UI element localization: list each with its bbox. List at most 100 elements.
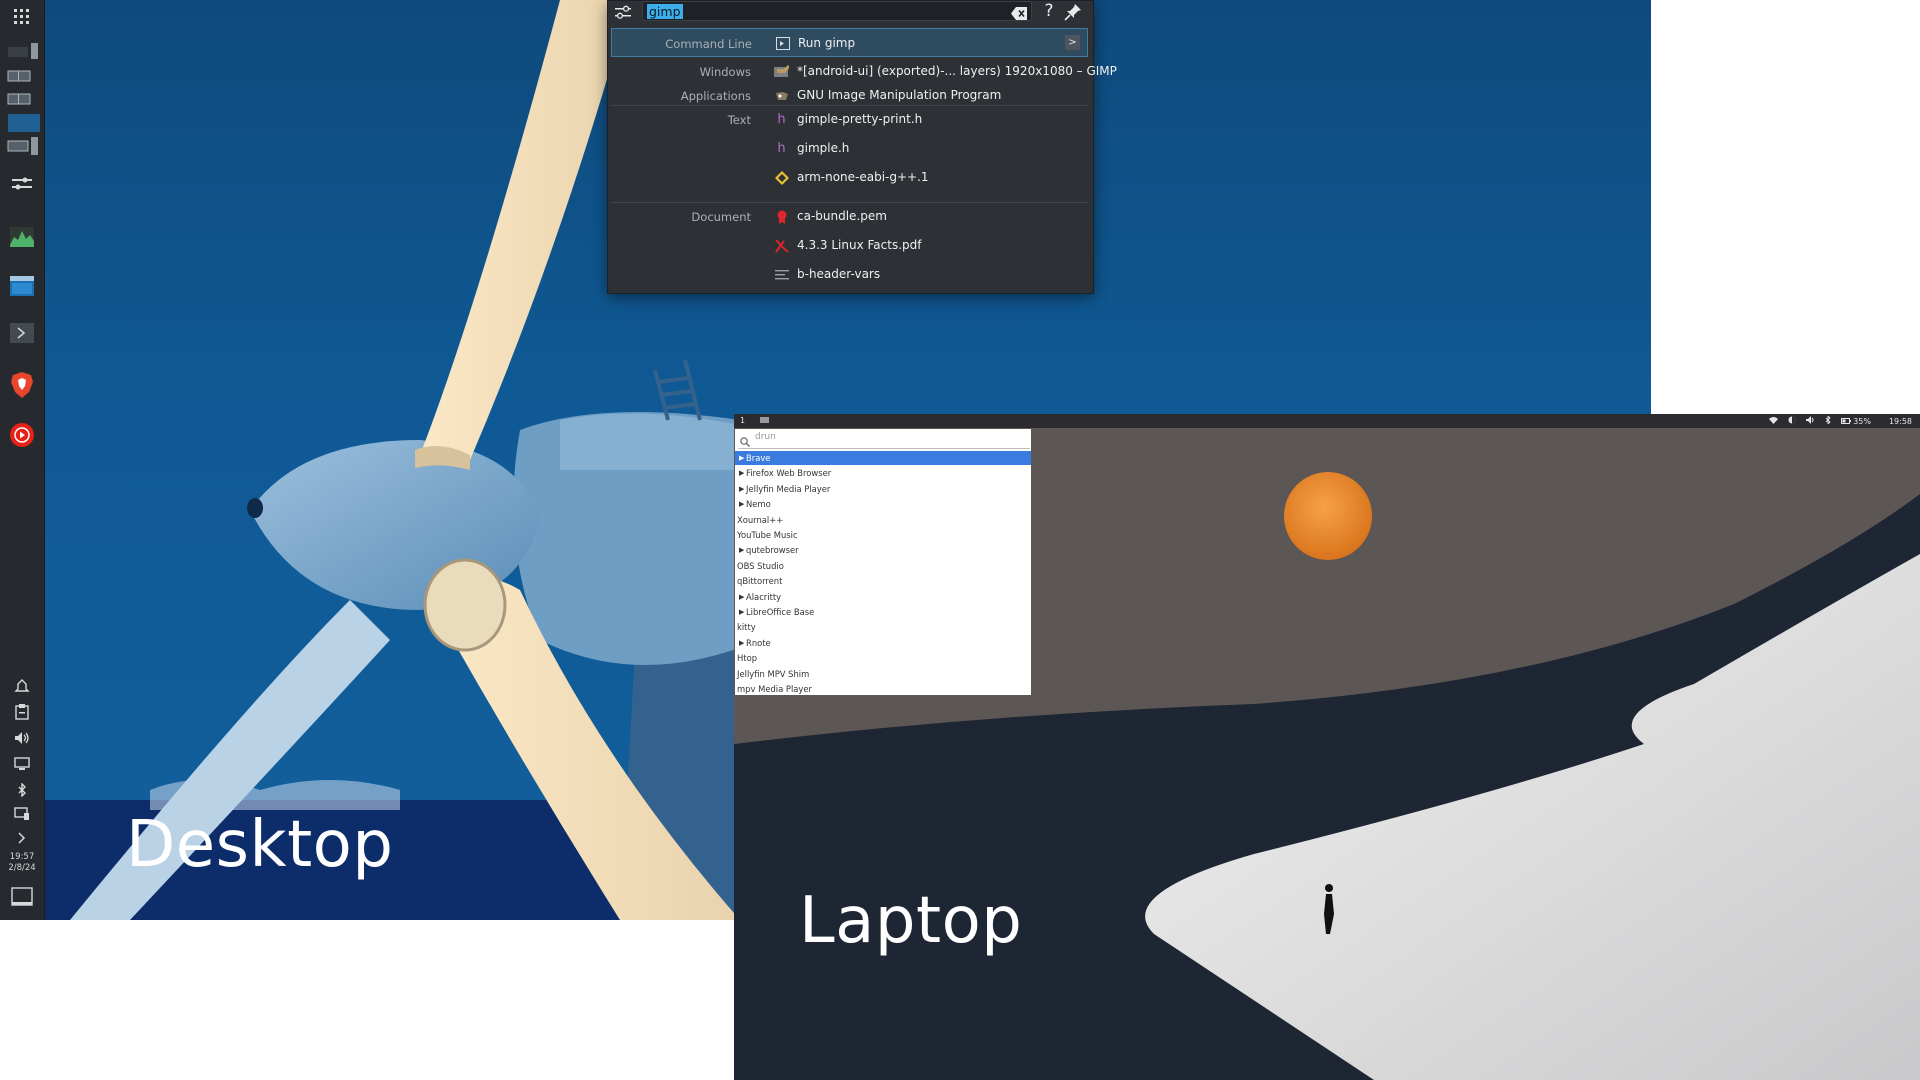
list-item[interactable]: mpv Media Player	[735, 682, 1031, 696]
expand-icon[interactable]	[0, 830, 44, 846]
battery-indicator[interactable]: 35%	[1841, 417, 1871, 426]
result-category: Command Line	[665, 37, 752, 51]
show-desktop-icon[interactable]	[0, 886, 44, 908]
gimp-icon	[774, 88, 789, 103]
pdf-icon	[774, 238, 789, 253]
brightness-icon[interactable]	[1788, 416, 1796, 426]
app-grid-icon[interactable]	[0, 6, 44, 28]
laptop-caption: Laptop	[799, 884, 1023, 958]
krunner-search-input[interactable]: gimp	[642, 1, 1032, 21]
krunner-window: gimp ? Command Line Run gimp > Windows *…	[607, 0, 1117, 294]
display-icon[interactable]	[0, 756, 44, 772]
clock-time: 19:57	[9, 852, 35, 862]
divider	[738, 448, 1030, 449]
list-item[interactable]: ▶ Firefox Web Browser	[735, 466, 1031, 480]
app-label: Nemo	[746, 499, 771, 510]
list-item[interactable]: Xournal++	[735, 513, 1031, 527]
app-label: qutebrowser	[746, 545, 799, 556]
battery-percent: 35%	[1853, 416, 1871, 426]
expand-arrow-icon[interactable]: ▶	[739, 482, 744, 496]
list-item[interactable]: ▶ Nemo	[735, 497, 1031, 511]
clock-date: 2/8/24	[8, 863, 36, 873]
layout-icon[interactable]	[0, 136, 44, 156]
krunner-result-document[interactable]: b-header-vars	[611, 260, 1088, 289]
expand-arrow-icon[interactable]: ▶	[739, 451, 744, 465]
krunner-result-document[interactable]: 4.3.3 Linux Facts.pdf	[611, 231, 1088, 260]
bluetooth-icon[interactable]	[1825, 414, 1831, 426]
search-placeholder: drun	[755, 432, 776, 442]
h-file-icon: h	[777, 112, 786, 127]
list-item[interactable]: ▶ Jellyfin Media Player	[735, 482, 1031, 496]
side-panel: 19:57 2/8/24	[0, 0, 45, 920]
youtube-music-icon[interactable]	[0, 422, 44, 448]
result-category: Applications	[680, 89, 751, 103]
kde-connect-icon[interactable]	[0, 806, 44, 822]
volume-icon[interactable]	[0, 730, 44, 746]
krunner-result-text-file[interactable]: h gimple.h	[611, 134, 1088, 163]
brave-icon[interactable]	[0, 372, 44, 398]
list-item[interactable]: ▶ qutebrowser	[735, 543, 1031, 557]
layout-icon[interactable]	[0, 67, 44, 85]
rofi-drun-launcher: drun ▶ Brave ▶ Firefox Web Browser ▶ Jellyfin…	[735, 429, 1031, 695]
drun-search-input[interactable]: drun	[738, 431, 1030, 449]
krunner-result-document[interactable]: Document ca-bundle.pem	[611, 202, 1088, 231]
terminal-icon[interactable]	[0, 322, 44, 344]
list-item[interactable]: kitty	[735, 620, 1031, 634]
app-label: Rnote	[746, 637, 771, 648]
app-label: Jellyfin Media Player	[746, 483, 831, 494]
list-item[interactable]: OBS Studio	[735, 559, 1031, 573]
bluetooth-icon[interactable]	[0, 782, 44, 798]
certificate-icon	[774, 209, 789, 224]
app-label: mpv Media Player	[737, 684, 812, 694]
expand-arrow-icon[interactable]: ▶	[739, 590, 744, 604]
list-item[interactable]: ▶ LibreOffice Base	[735, 605, 1031, 619]
list-item[interactable]: ▶ Alacritty	[735, 590, 1031, 604]
expand-arrow-icon[interactable]: ▶	[739, 605, 744, 619]
result-text: 4.3.3 Linux Facts.pdf	[797, 238, 922, 252]
list-item[interactable]: Htop	[735, 651, 1031, 665]
result-category: Windows	[699, 65, 751, 79]
result-text: ca-bundle.pem	[797, 209, 887, 223]
app-label: YouTube Music	[737, 530, 798, 540]
run-arrow-icon[interactable]: >	[1065, 35, 1080, 50]
app-label: Brave	[746, 453, 771, 463]
expand-arrow-icon[interactable]: ▶	[739, 543, 744, 557]
settings-sliders-icon[interactable]	[614, 3, 632, 21]
gimp-icon	[760, 416, 770, 426]
layout-icon[interactable]	[0, 90, 44, 108]
list-item[interactable]: Jellyfin MPV Shim	[735, 667, 1031, 681]
list-item[interactable]: ▶ Rnote	[735, 636, 1031, 650]
app-label: OBS Studio	[737, 560, 784, 571]
app-label: Xournal++	[737, 514, 784, 525]
window-icon[interactable]	[0, 275, 44, 297]
pin-icon[interactable]	[1064, 3, 1082, 21]
help-icon[interactable]: ?	[1038, 1, 1060, 21]
list-item[interactable]: YouTube Music	[735, 528, 1031, 542]
result-category: Document	[691, 210, 751, 224]
clipboard-icon[interactable]	[0, 704, 44, 720]
notification-icon[interactable]	[0, 678, 44, 694]
wifi-icon[interactable]	[1769, 416, 1779, 426]
krunner-result-run-command[interactable]: Command Line Run gimp >	[611, 28, 1088, 57]
result-text: b-header-vars	[797, 267, 881, 281]
layout-icon[interactable]	[0, 42, 44, 60]
workspace-indicator[interactable]: 1	[740, 416, 745, 425]
expand-arrow-icon[interactable]: ▶	[739, 466, 744, 480]
battery-icon	[1841, 418, 1852, 424]
krunner-result-text-file[interactable]: arm-none-eabi-g++.1	[611, 163, 1088, 192]
settings-sliders-icon[interactable]	[0, 175, 44, 193]
clear-text-icon[interactable]	[1011, 5, 1027, 20]
expand-arrow-icon[interactable]: ▶	[739, 636, 744, 650]
layout-icon[interactable]	[0, 112, 44, 132]
volume-icon[interactable]	[1806, 416, 1815, 426]
krunner-result-text-file[interactable]: Text h gimple-pretty-print.h	[611, 105, 1088, 134]
panel-clock[interactable]: 19:57 2/8/24	[0, 852, 44, 874]
expand-arrow-icon[interactable]: ▶	[739, 497, 744, 511]
text-file-icon	[774, 267, 789, 282]
system-monitor-icon[interactable]	[0, 226, 44, 248]
list-item[interactable]: ▶ Brave	[735, 451, 1031, 465]
list-item[interactable]: qBittorrent	[735, 574, 1031, 588]
bar-clock[interactable]: 19:58	[1889, 417, 1912, 426]
gimp-icon	[774, 64, 789, 79]
desktop-caption: Desktop	[126, 808, 394, 882]
